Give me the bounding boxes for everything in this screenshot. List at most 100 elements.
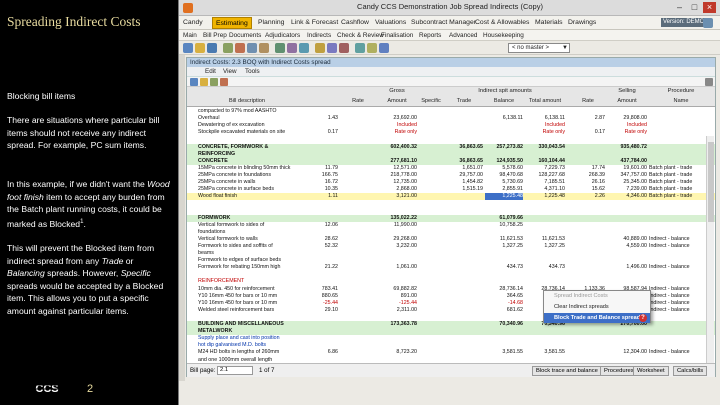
menu-reports[interactable]: Reports [419,30,441,41]
block-trace-balance-button[interactable]: Block trace and balance [532,366,602,376]
collapse-icon[interactable] [210,78,218,86]
print-icon[interactable] [223,43,233,53]
table-row[interactable]: Vertical formwork to walls 28.62 29,268.00… [187,236,715,243]
table-row[interactable] [187,136,715,143]
table-row[interactable]: M24 HD bolts in lengths of 260mm 6.86 8,72… [187,349,715,356]
table-row[interactable]: Dewatering of ex excavation Included Inclu… [187,122,715,129]
tab-cashflow[interactable]: Cashflow [341,17,369,29]
table-row[interactable]: CONCRETE, FORMWORK & 602,400.32 36,863.65 2… [187,143,715,151]
options-icon[interactable] [705,78,713,86]
tab-drawings[interactable]: Drawings [568,17,596,29]
sort-icon[interactable] [287,43,297,53]
table-row[interactable]: REINFORCING [187,150,715,158]
col-procedure-name[interactable]: Name [649,98,713,104]
table-row[interactable]: hot dip galvanised M.D. bolts [187,342,715,349]
slide-page-number: 2 [87,383,94,395]
table-row[interactable]: METALWORK [187,328,715,336]
help-icon[interactable] [703,18,713,28]
table-row[interactable] [187,207,715,214]
table-row[interactable]: 25MPa concrete in surface beds 10.35 2,868… [187,186,715,193]
menu-housekeeping[interactable]: Housekeeping [483,30,524,41]
worksheet-button[interactable]: Worksheet [633,366,669,376]
master-select[interactable]: < no master > ▼ [508,43,570,53]
col-bill-description[interactable]: Bill description [198,98,296,104]
table-row[interactable]: compacted to 97% mod AASHTO [187,108,715,115]
col-amount[interactable]: Amount [377,98,417,104]
table-row[interactable]: Formwork for rebating 150mm high 21.22 1,0… [187,264,715,271]
chart-icon[interactable] [327,43,337,53]
open-icon[interactable] [195,43,205,53]
filter-icon[interactable] [299,43,309,53]
table-row[interactable]: foundations [187,229,715,236]
table-row[interactable] [187,271,715,278]
table-row[interactable]: 25MPa concrete in walls 16.72 12,735.00 1,4… [187,179,715,186]
report-icon[interactable] [339,43,349,53]
table-row[interactable]: beams [187,250,715,257]
tab-planning[interactable]: Planning [258,17,284,29]
tab-subcontract-manager[interactable]: Subcontract Manager [411,17,476,29]
save-icon[interactable] [207,43,217,53]
menu-adjudicators[interactable]: Adjudicators [265,30,300,41]
tab-valuations[interactable]: Valuations [375,17,406,29]
col-specific[interactable]: Specific [419,98,443,104]
col-rate[interactable]: Rate [341,98,375,104]
calc-icon[interactable] [315,43,325,53]
ctx-clear-indirect-spreads[interactable]: Clear Indirect spreads [544,302,650,312]
settings-icon[interactable] [379,43,389,53]
menu-tools[interactable]: Tools [245,67,260,77]
calcs-bills-button[interactable]: Calcs/bills [673,366,708,376]
table-row[interactable]: Formwork to sides and soffits of 52.32 3,2… [187,243,715,250]
ctx-block-trade-balance[interactable]: Block Trade and Balance spreads? [544,313,650,323]
expand-icon[interactable] [200,78,208,86]
grid-icon[interactable] [190,78,198,86]
menu-check-review[interactable]: Check & Review [337,30,384,41]
table-row[interactable]: Wood float finish 1.11 3,121.00 1,225.48 1,2… [187,193,715,201]
copy-icon[interactable] [247,43,257,53]
cell-desc: Vertical formwork to walls [198,235,258,242]
tag-icon[interactable] [367,43,377,53]
table-row[interactable]: 25MPa concrete in foundations 166.75 218,7… [187,172,715,179]
tab-estimating[interactable]: Estimating [212,17,252,29]
menu-documents[interactable]: Documents [229,30,261,41]
find-icon[interactable] [275,43,285,53]
table-row[interactable]: 15MPa concrete in blinding 50mm thick 11.… [187,165,715,172]
table-row[interactable]: Supply place and cast into position [187,335,715,342]
table-row[interactable]: Formwork to edges of surface beds [187,257,715,264]
minimize-icon[interactable]: – [673,2,686,13]
cell-trade: 36,863.65 [459,157,483,164]
col-balance[interactable]: Balance [485,98,523,104]
table-row[interactable]: Vertical formwork to sides of 12.06 11,990… [187,222,715,229]
tab-candy[interactable]: Candy [183,17,203,29]
scrollbar-thumb[interactable] [708,142,714,222]
col-selling-rate[interactable]: Rate [571,98,605,104]
table-row[interactable]: REINFORCEMENT [187,278,715,285]
bill-page-field[interactable]: 2.1 [217,366,253,375]
col-selling-amount[interactable]: Amount [607,98,647,104]
tab-cost-allowables[interactable]: Cost & Allowables [475,17,529,29]
paste-icon[interactable] [259,43,269,53]
table-row[interactable] [187,200,715,207]
menu-main[interactable]: Main [183,30,197,41]
close-icon[interactable]: × [703,2,716,13]
table-row[interactable]: FORMWORK 135,022.22 61,079.66 [187,214,715,222]
col-total-amount[interactable]: Total amount [525,98,565,104]
vertical-scrollbar[interactable] [706,136,714,363]
menu-advanced[interactable]: Advanced [449,30,477,41]
menu-finalisation[interactable]: Finalisation [381,30,413,41]
procedures-button[interactable]: Procedures [600,366,638,376]
link-icon[interactable] [355,43,365,53]
table-row[interactable]: CONCRETE 277,681.10 36,863.65 124,935.50 160… [187,157,715,165]
tab-link-forecast[interactable]: Link & Forecast [291,17,338,29]
menu-bill-prep[interactable]: Bill Prep [203,30,227,41]
refresh-icon[interactable] [220,78,228,86]
table-row[interactable]: Stockpile excavated materials on site 0.1… [187,129,715,136]
maximize-icon[interactable]: □ [688,2,701,13]
cut-icon[interactable] [235,43,245,53]
tab-materials[interactable]: Materials [535,17,563,29]
new-icon[interactable] [183,43,193,53]
menu-edit[interactable]: Edit [205,67,216,77]
col-trade[interactable]: Trade [445,98,483,104]
table-row[interactable]: Overhaul 1.43 23,692.00 6,138.11 6,138.11 2.8… [187,115,715,122]
menu-view[interactable]: View [223,67,237,77]
menu-indirects[interactable]: Indirects [307,30,331,41]
